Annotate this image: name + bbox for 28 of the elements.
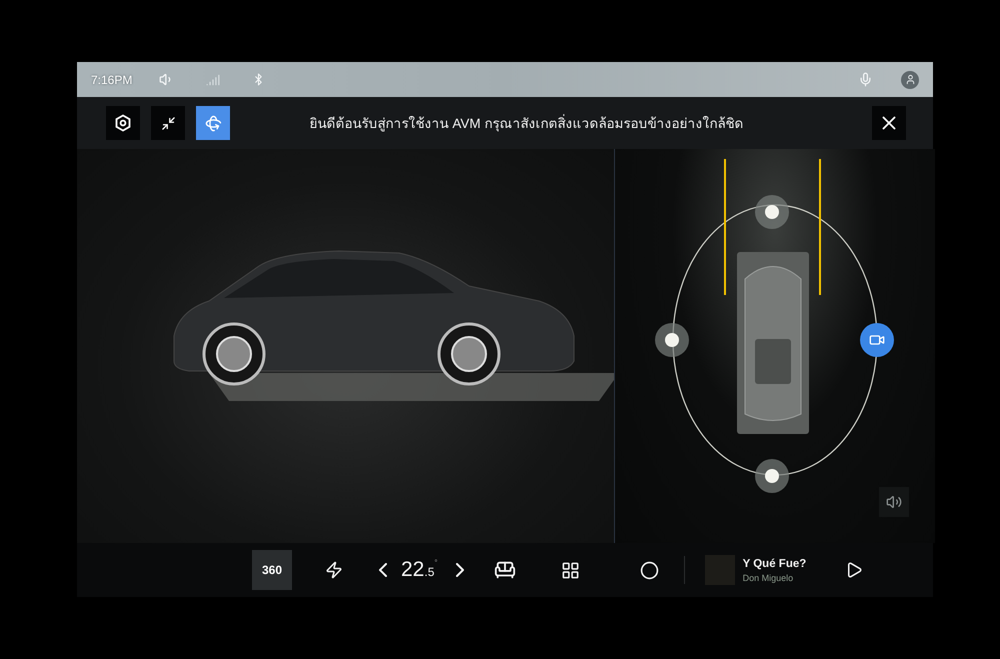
chevron-right-icon xyxy=(456,563,464,577)
bolt-button[interactable] xyxy=(325,561,343,579)
temperature-reading: 22.5 ° xyxy=(401,558,438,582)
artist-name: Don Miguelo xyxy=(742,572,794,582)
close-button[interactable] xyxy=(872,106,906,140)
welcome-message: ยินดีต้อนรับสู่การใช้งาน AVM กรุณาสังเกตสิ่งแวดล้อมรอบข้างอย่างใกล้ชิด xyxy=(308,113,744,134)
home-circle-button[interactable] xyxy=(640,560,659,580)
apps-grid-button[interactable] xyxy=(560,560,580,580)
camera-view-button[interactable] xyxy=(755,459,789,493)
signal-icon xyxy=(206,72,220,86)
shrink-arrows-icon xyxy=(160,116,176,130)
toolbar-button[interactable] xyxy=(151,106,185,140)
temp-down-button[interactable] xyxy=(379,563,387,577)
camera-view-button[interactable] xyxy=(655,323,689,357)
clock-time: 7:16PM xyxy=(91,72,134,86)
temp-up-button[interactable] xyxy=(456,563,464,577)
chevron-left-icon xyxy=(379,563,387,577)
seat-button[interactable] xyxy=(494,559,516,581)
sound-button[interactable] xyxy=(879,487,909,517)
camera-view-button[interactable] xyxy=(755,195,789,229)
user-avatar[interactable] xyxy=(901,70,919,88)
speaker-icon xyxy=(886,494,902,510)
settings-icon xyxy=(115,114,131,132)
toolbar-button[interactable] xyxy=(106,106,140,140)
song-title: Y Qué Fue? xyxy=(742,558,808,570)
camera-view-button[interactable] xyxy=(860,323,894,357)
view-360-button[interactable]: 360 xyxy=(252,550,292,590)
bluetooth-icon xyxy=(252,73,265,86)
